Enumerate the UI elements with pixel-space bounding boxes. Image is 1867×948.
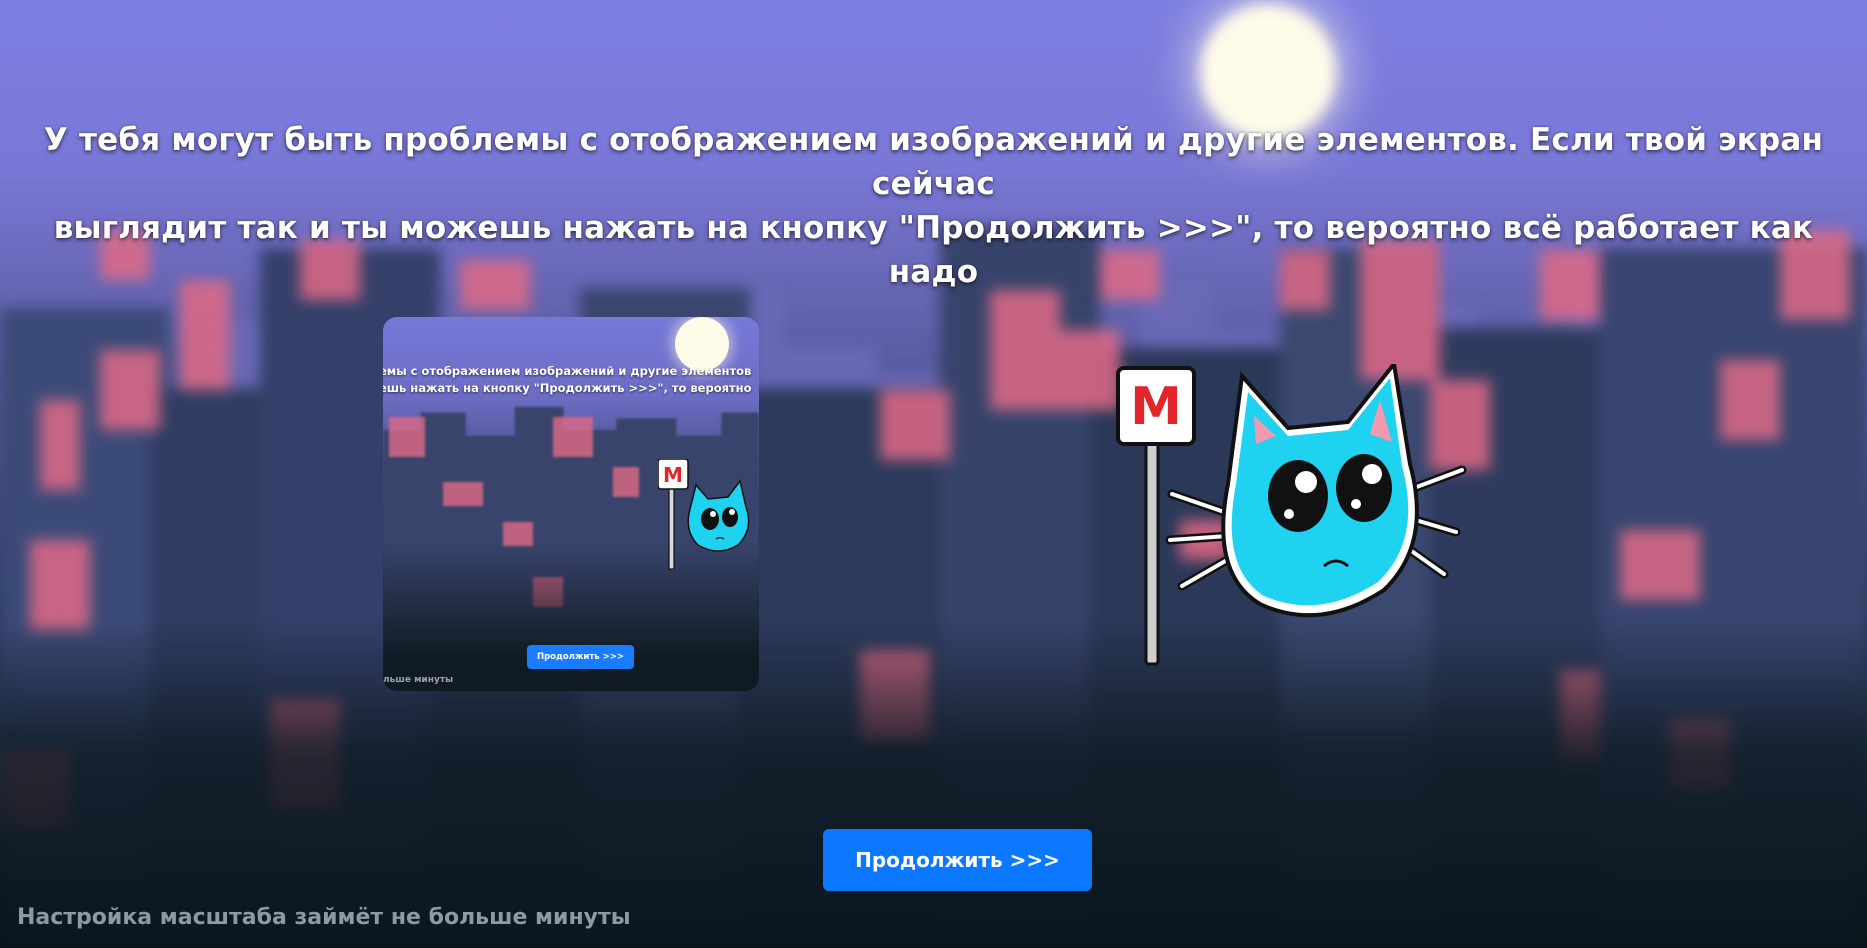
preview-metro-letter: M [663, 463, 683, 487]
cat [1165, 364, 1467, 618]
headline-line-1: У тебя могут быть проблемы с отображение… [43, 122, 1824, 202]
example-screenshot: емы с отображением изображений и другие … [383, 317, 759, 691]
headline: У тебя могут быть проблемы с отображение… [20, 118, 1847, 294]
footer-note: Настройка масштаба займёт не больше мину… [17, 905, 631, 930]
scale-setup-screen: У тебя могут быть проблемы с отображение… [0, 0, 1867, 948]
preview-headline-line-1: емы с отображением изображений и другие … [383, 364, 752, 378]
metro-letter: M [1130, 377, 1182, 437]
metro-sign: M [1116, 366, 1196, 666]
continue-button[interactable]: Продолжить >>> [823, 829, 1092, 891]
preview-mascot: M [658, 459, 750, 570]
metro-cat-mascot: M [1116, 364, 1467, 666]
preview-headline: емы с отображением изображений и другие … [383, 363, 759, 397]
headline-line-2: выглядит так и ты можешь нажать на кнопк… [53, 210, 1814, 290]
preview-footer-note: льше минуты [383, 675, 454, 685]
preview-continue-button: Продолжить >>> [527, 645, 634, 669]
preview-headline-line-2: ешь нажать на кнопку "Продолжить >>>", т… [383, 381, 752, 395]
